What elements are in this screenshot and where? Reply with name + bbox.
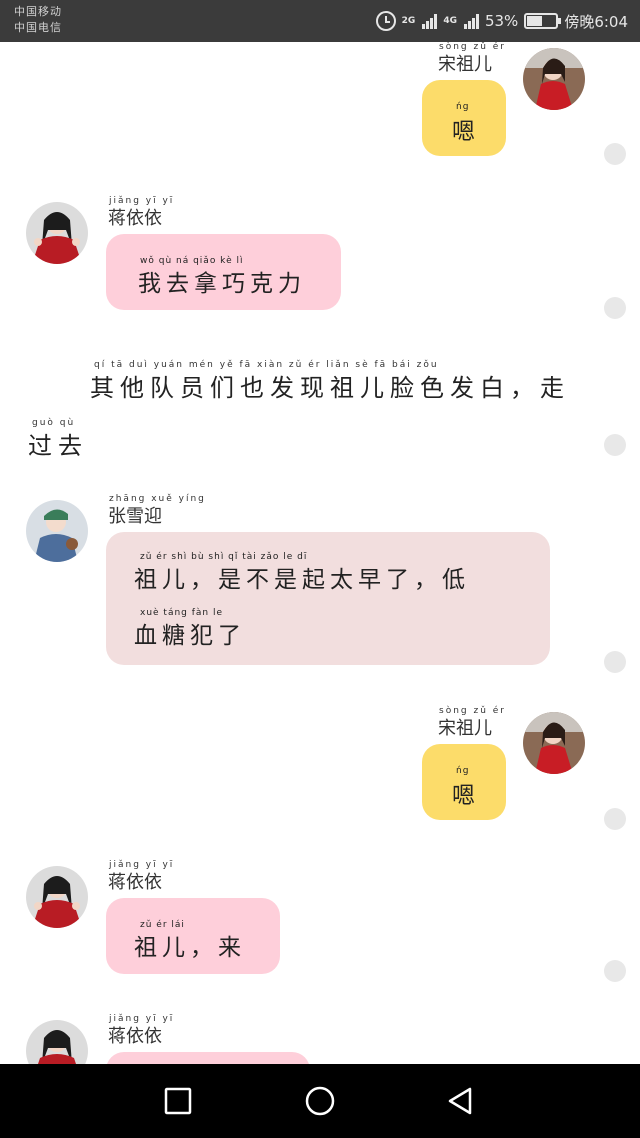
message-text: 祖儿，是不是起太早了，低 <box>134 567 470 593</box>
sender-name: 张雪迎 <box>108 506 162 527</box>
narration-text: 其他队员们也发现祖儿脸色发白，走 <box>90 374 570 402</box>
network-2g-label: 2G <box>401 16 416 26</box>
read-indicator <box>604 960 626 982</box>
avatar-image <box>26 866 88 928</box>
message-text: 祖儿，来 <box>134 935 246 961</box>
sender-name: 宋祖儿 <box>438 718 492 739</box>
sender-name: 蒋依依 <box>108 208 162 229</box>
sender-name: 宋祖儿 <box>438 54 492 75</box>
avatar[interactable] <box>26 500 88 562</box>
narration-text: 过去 <box>28 432 88 460</box>
message-text: 血糖犯了 <box>134 623 246 649</box>
read-indicator <box>604 808 626 830</box>
avatar-image <box>26 1020 88 1064</box>
signal-icon <box>463 13 479 29</box>
message-bubble[interactable]: ńg 嗯 <box>422 744 506 820</box>
back-icon[interactable] <box>446 1086 476 1116</box>
battery-icon <box>524 13 562 29</box>
message-text: 嗯 <box>452 783 480 809</box>
avatar[interactable] <box>26 202 88 264</box>
message-bubble[interactable]: zǔ ér lái 祖儿，来 <box>106 898 280 974</box>
status-time: 傍晚6:04 <box>564 12 628 31</box>
avatar-image <box>26 202 88 264</box>
message-text: 我去拿巧克力 <box>138 271 306 297</box>
message-bubble[interactable]: wǒ qù ná qiǎo kè lì 我去拿巧克力 <box>106 234 341 310</box>
read-indicator <box>604 434 626 456</box>
message-bubble[interactable]: ńg 嗯 <box>422 80 506 156</box>
navigation-bar <box>0 1064 640 1138</box>
battery-fill <box>527 16 543 26</box>
message-bubble[interactable] <box>106 1052 310 1064</box>
avatar-image <box>26 500 88 562</box>
avatar[interactable] <box>523 712 585 774</box>
avatar[interactable] <box>523 48 585 110</box>
home-icon[interactable] <box>305 1086 335 1116</box>
sender-name: 蒋依依 <box>108 872 162 893</box>
read-indicator <box>604 143 626 165</box>
signal-icon <box>422 13 438 29</box>
carrier-1: 中国移动 <box>14 5 62 18</box>
alarm-icon <box>375 11 396 31</box>
battery-percent: 53% <box>484 12 519 30</box>
carrier-2: 中国电信 <box>14 21 62 34</box>
avatar-image <box>523 48 585 110</box>
network-4g-label: 4G <box>443 16 457 26</box>
status-icons: 2G 4G 53% 傍晚6:04 <box>375 8 628 34</box>
avatar-image <box>523 712 585 774</box>
status-bar: 中国移动 中国电信 2G 4G 53% 傍晚6:04 <box>0 0 640 42</box>
message-pinyin: ńg <box>456 102 470 112</box>
avatar[interactable] <box>26 1020 88 1064</box>
avatar[interactable] <box>26 866 88 928</box>
message-bubble[interactable]: zǔ ér shì bù shì qǐ tài zǎo le dī 祖儿，是不是… <box>106 532 550 665</box>
read-indicator <box>604 651 626 673</box>
carrier-info: 中国移动 中国电信 <box>14 4 62 36</box>
message-text: 嗯 <box>452 119 480 145</box>
chat-area[interactable]: sòng zǔ ér 宋祖儿 ńg 嗯 jiǎng yī yī 蒋依依 wǒ q… <box>0 42 640 1064</box>
message-pinyin: ńg <box>456 766 470 776</box>
recent-apps-icon[interactable] <box>163 1086 193 1116</box>
read-indicator <box>604 297 626 319</box>
sender-name: 蒋依依 <box>108 1026 162 1047</box>
